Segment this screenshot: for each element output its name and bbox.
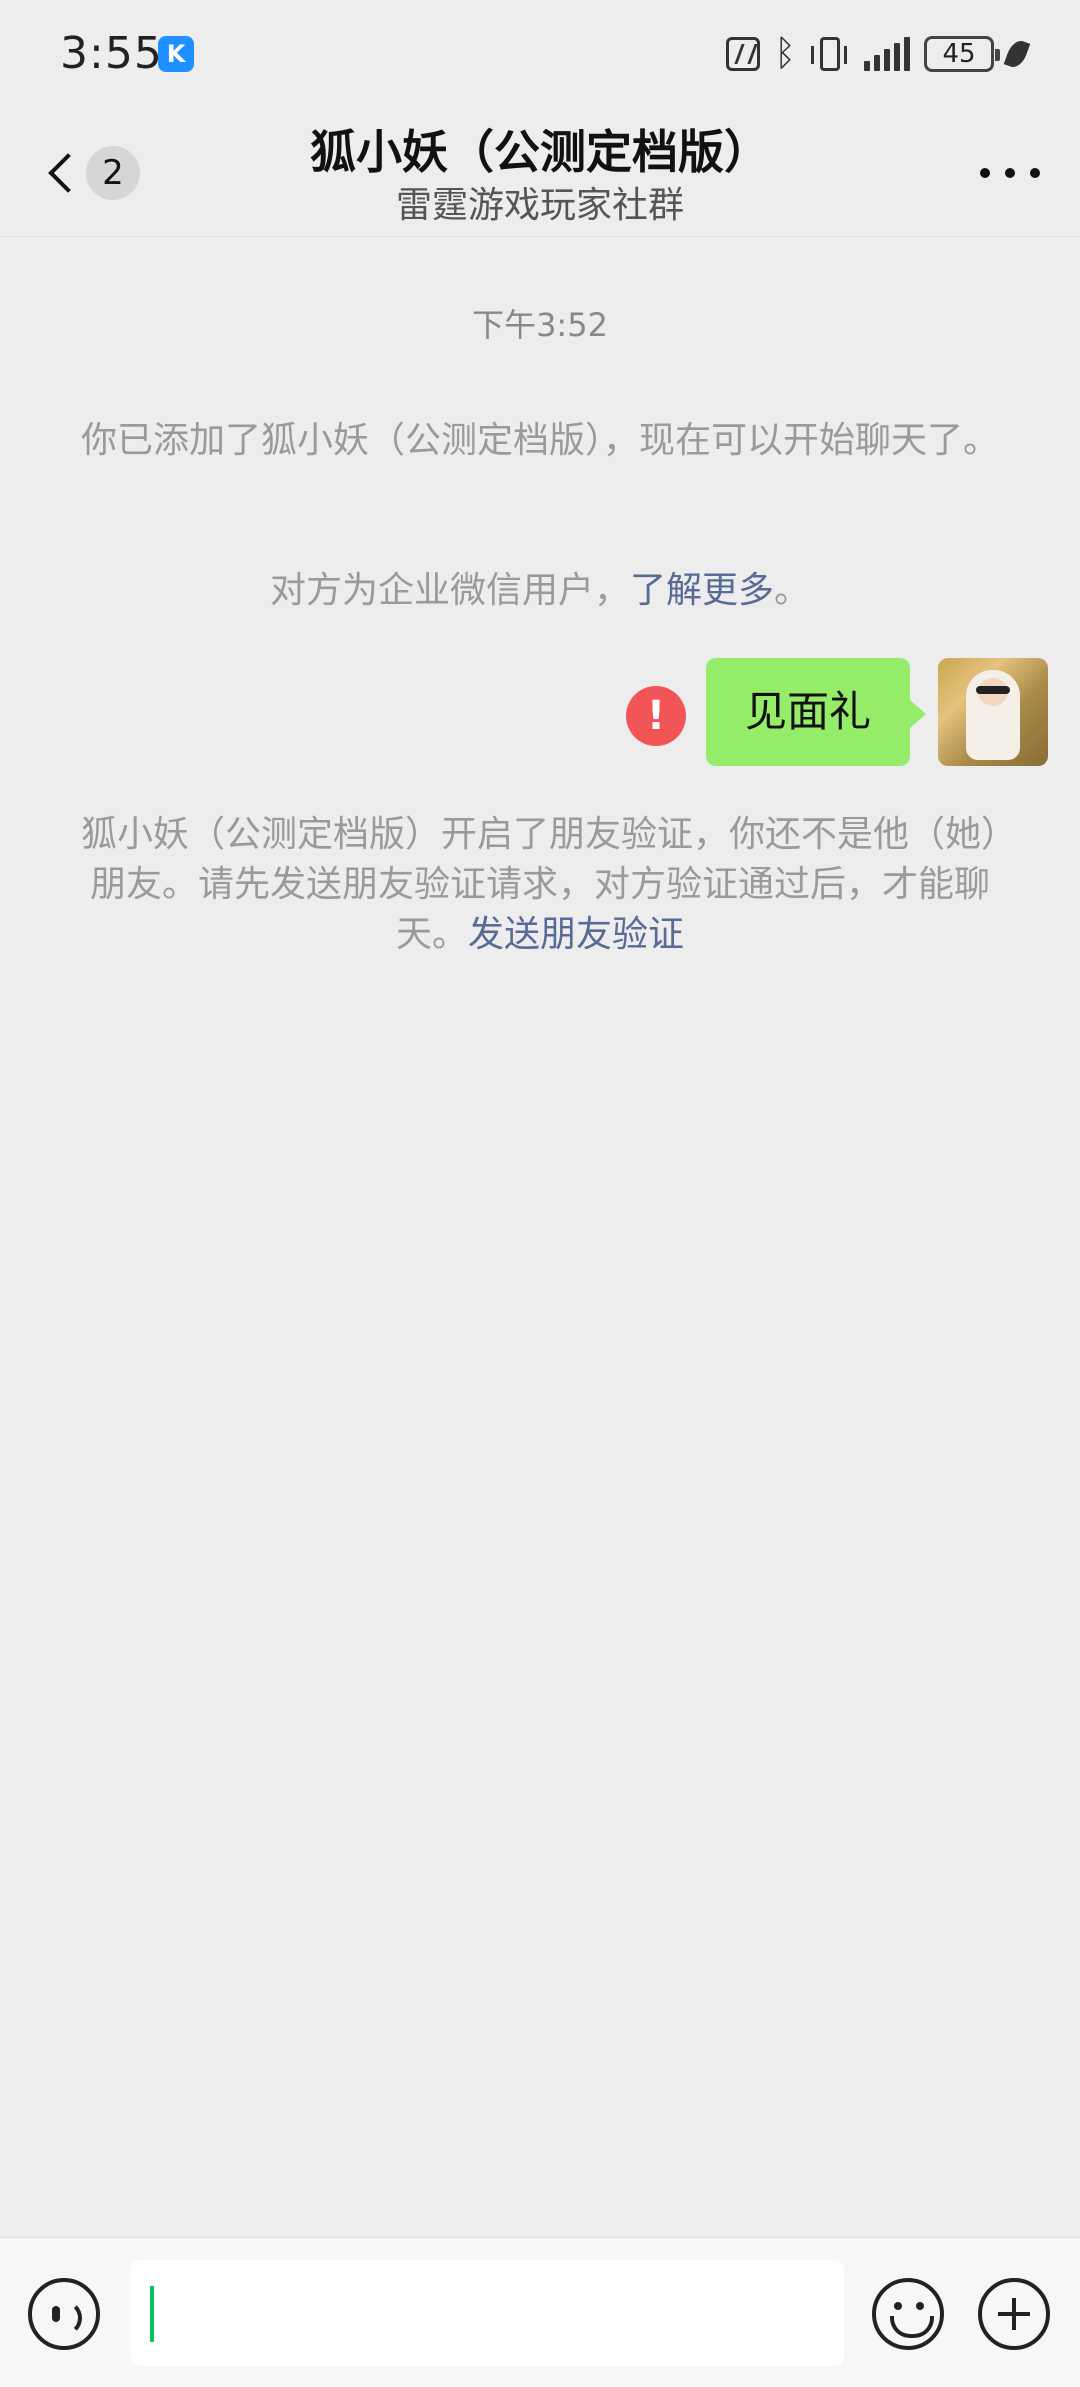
enterprise-notice-suffix: 。 <box>774 570 811 611</box>
outgoing-message-bubble[interactable]: 见面礼 <box>706 658 926 766</box>
chat-screen: 3:55 K ᛒ 45 2 狐小妖（公测定档版） 雷霆游戏玩家社群 下午3:52… <box>0 0 1080 2387</box>
nfc-icon <box>726 37 761 71</box>
system-message-verify: 狐小妖（公测定档版）开启了朋友验证，你还不是他（她）朋友。请先发送朋友验证请求，… <box>80 810 1000 960</box>
emoji-button[interactable] <box>872 2278 944 2350</box>
vibrate-icon <box>811 37 847 71</box>
system-message-enterprise: 对方为企业微信用户，了解更多。 <box>80 566 1000 616</box>
send-failed-icon[interactable]: ! <box>626 686 686 746</box>
battery-icon: 45 <box>924 36 1000 72</box>
more-functions-button[interactable] <box>978 2278 1050 2350</box>
app-notification-icon: K <box>158 36 194 72</box>
leaf-icon <box>1003 37 1031 71</box>
chat-title: 狐小妖（公测定档版） <box>310 125 770 179</box>
message-timestamp: 下午3:52 <box>472 306 608 344</box>
my-avatar[interactable] <box>938 658 1048 766</box>
send-verification-link[interactable]: 发送朋友验证 <box>468 914 684 955</box>
more-dot-icon <box>980 168 990 178</box>
signal-icon <box>864 37 910 71</box>
more-options-button[interactable] <box>980 158 1040 188</box>
input-bar <box>0 2237 1080 2387</box>
nav-bar: 2 狐小妖（公测定档版） 雷霆游戏玩家社群 <box>0 108 1080 238</box>
chat-subtitle: 雷霆游戏玩家社群 <box>395 185 684 226</box>
status-time: 3:55 <box>60 28 163 79</box>
enterprise-notice-text: 对方为企业微信用户， <box>269 570 630 611</box>
status-bar: 3:55 K ᛒ 45 <box>0 0 1080 108</box>
outgoing-message-row: ! 见面礼 <box>0 656 1080 766</box>
message-input[interactable] <box>130 2260 844 2366</box>
bluetooth-icon: ᛒ <box>774 33 796 74</box>
learn-more-link[interactable]: 了解更多 <box>630 570 774 611</box>
status-icons: ᛒ 45 <box>726 32 1031 76</box>
voice-input-button[interactable] <box>28 2278 100 2350</box>
nav-divider <box>0 236 1080 237</box>
text-caret <box>150 2286 154 2342</box>
more-dot-icon <box>1005 168 1015 178</box>
system-message-added: 你已添加了狐小妖（公测定档版），现在可以开始聊天了。 <box>80 420 999 461</box>
more-dot-icon <box>1030 168 1040 178</box>
avatar-glasses <box>976 686 1010 694</box>
